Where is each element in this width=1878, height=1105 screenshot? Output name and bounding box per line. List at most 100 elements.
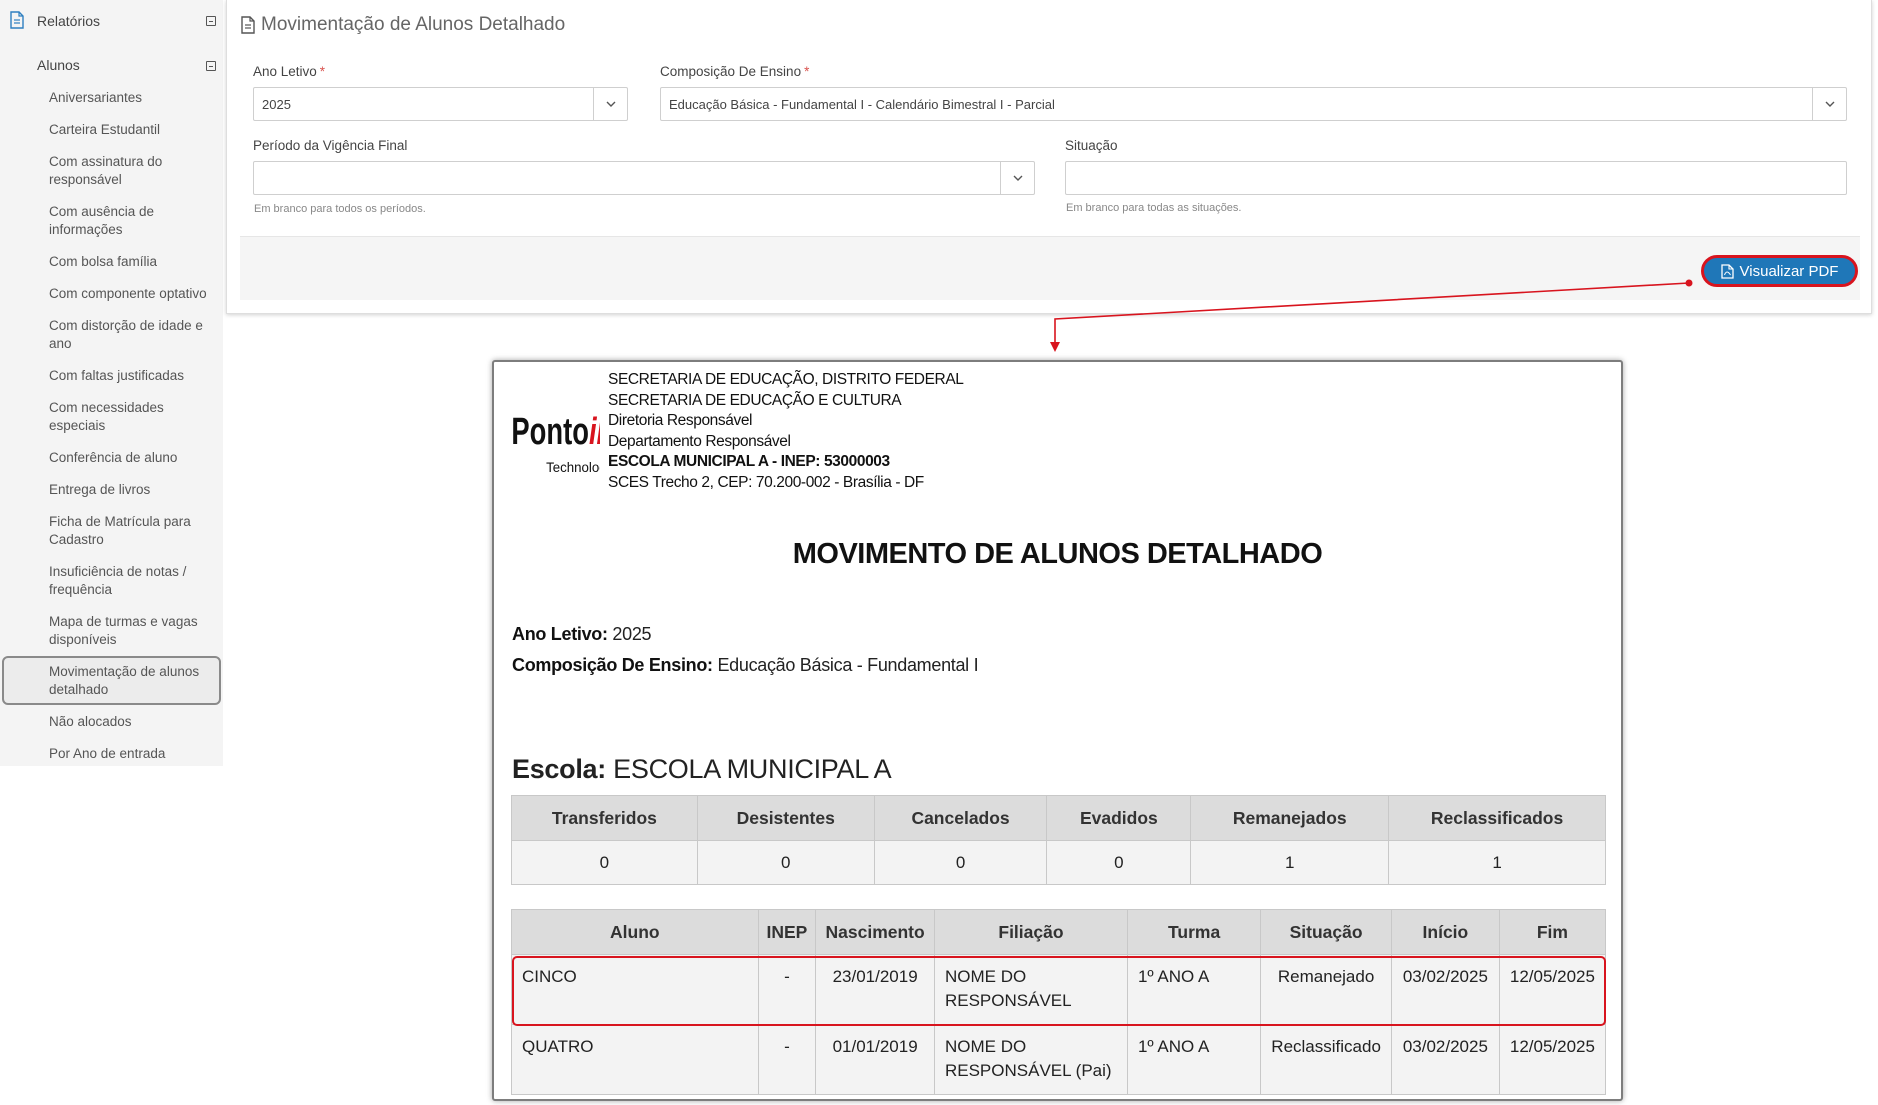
collapse-icon[interactable] [206, 16, 216, 26]
table-header: Desistentes [696, 795, 875, 841]
sidebar-item-ficha-matricula[interactable]: Ficha de Matrícula para Cadastro [49, 513, 217, 549]
sidebar-item-mapa-turmas[interactable]: Mapa de turmas e vagas disponíveis [49, 613, 217, 649]
table-header: Filiação [933, 909, 1128, 955]
table-header: Reclassificados [1388, 795, 1606, 841]
sidebar-item-movimentacao[interactable]: Movimentação de alunos detalhado [49, 663, 217, 699]
header-line: ESCOLA MUNICIPAL A - INEP: 53000003 [608, 453, 890, 470]
table-header: INEP [757, 909, 817, 955]
report-composicao: Composição De Ensino: Educação Básica - … [512, 655, 979, 675]
sidebar-section-label: Relatórios [37, 13, 101, 29]
sidebar-item-com-necessidades[interactable]: Com necessidades especiais [49, 399, 217, 435]
situacao-input[interactable] [1065, 161, 1847, 195]
table-row: 0 0 0 0 1 1 [511, 840, 1606, 885]
pdf-preview: PontoiD Technology SECRETARIA DE EDUCAÇÃ… [492, 360, 1623, 1101]
situacao-help-text: Em branco para todas as situações. [1066, 202, 1242, 214]
document-icon [10, 11, 24, 29]
table-cell: - [757, 954, 817, 1025]
table-cell: 12/05/2025 [1498, 954, 1607, 1025]
document-icon [241, 16, 255, 34]
table-row: QUATRO - 01/01/2019 NOME DO RESPONSÁVEL … [511, 1024, 1607, 1095]
table-cell: 01/01/2019 [815, 1024, 935, 1095]
table-header: Fim [1498, 909, 1607, 955]
table-cell: Reclassificado [1260, 1024, 1392, 1095]
table-header: Evadidos [1046, 795, 1192, 841]
visualizar-pdf-label: Visualizar PDF [1739, 262, 1839, 280]
sidebar-group-alunos[interactable]: Alunos [37, 57, 80, 73]
table-header: Aluno [511, 909, 759, 955]
counts-table: Transferidos Desistentes Cancelados Evad… [511, 795, 1606, 885]
table-cell: NOME DO RESPONSÁVEL (Pai) [933, 1024, 1128, 1095]
svg-text:PontoiD: PontoiD [511, 411, 600, 453]
sidebar-item-com-distorcao[interactable]: Com distorção de idade e ano [49, 317, 217, 353]
table-row: CINCO - 23/01/2019 NOME DO RESPONSÁVEL 1… [511, 954, 1607, 1025]
sidebar-item-com-bolsa-familia[interactable]: Com bolsa família [49, 253, 217, 271]
table-cell: CINCO [511, 954, 759, 1025]
sidebar-item-nao-alocados[interactable]: Não alocados [49, 713, 217, 731]
report-escola: Escola: ESCOLA MUNICIPAL A [512, 754, 892, 784]
table-cell: 0 [696, 840, 875, 885]
sidebar-item-carteira-estudantil[interactable]: Carteira Estudantil [49, 121, 217, 139]
table-cell: - [757, 1024, 817, 1095]
table-cell: Remanejado [1260, 954, 1392, 1025]
table-cell: QUATRO [511, 1024, 759, 1095]
chevron-down-icon[interactable] [1000, 162, 1034, 194]
table-header: Cancelados [873, 795, 1048, 841]
table-cell: 03/02/2025 [1390, 1024, 1500, 1095]
ano-letivo-select[interactable]: 2025 [253, 87, 628, 121]
table-header: Remanejados [1190, 795, 1390, 841]
table-cell: 0 [873, 840, 1048, 885]
ano-letivo-value: 2025 [262, 96, 291, 112]
table-cell: NOME DO RESPONSÁVEL [933, 954, 1128, 1025]
sidebar-item-insuficiencia[interactable]: Insuficiência de notas / frequência [49, 563, 217, 599]
table-cell: 0 [1046, 840, 1192, 885]
composicao-value: Educação Básica - Fundamental I - Calend… [669, 96, 1055, 112]
header-line: SCES Trecho 2, CEP: 70.200-002 - Brasíli… [608, 473, 924, 491]
table-cell: 1º ANO A [1126, 1024, 1262, 1095]
table-cell: 1º ANO A [1126, 954, 1262, 1025]
periodo-select[interactable] [253, 161, 1035, 195]
svg-text:Technology: Technology [546, 460, 600, 475]
filter-panel: Movimentação de Alunos Detalhado Ano Let… [226, 0, 1872, 314]
table-header: Situação [1260, 909, 1392, 955]
ano-letivo-label: Ano Letivo * [253, 64, 326, 79]
chevron-down-icon[interactable] [593, 88, 627, 120]
table-cell: 1 [1388, 840, 1606, 885]
pontoid-logo: PontoiD Technology [511, 411, 600, 475]
table-header: Início [1390, 909, 1500, 955]
table-cell: 12/05/2025 [1498, 1024, 1607, 1095]
sidebar-item-com-faltas[interactable]: Com faltas justificadas [49, 367, 217, 385]
header-line: Diretoria Responsável [608, 412, 753, 429]
report-ano-letivo: Ano Letivo: 2025 [512, 624, 652, 644]
situacao-label: Situação [1065, 138, 1118, 153]
sidebar-item-com-componente-optativo[interactable]: Com componente optativo [49, 285, 217, 303]
table-cell: 03/02/2025 [1390, 954, 1500, 1025]
sidebar-item-com-assinatura[interactable]: Com assinatura do responsável [49, 153, 217, 189]
header-line: Departamento Responsável [608, 432, 791, 450]
page-title: Movimentação de Alunos Detalhado [241, 14, 565, 36]
chevron-down-icon[interactable] [1812, 88, 1846, 120]
table-cell: 1 [1190, 840, 1390, 885]
table-header: Nascimento [815, 909, 935, 955]
sidebar: Relatórios Alunos Aniversariantes Cartei… [0, 0, 223, 766]
header-line: SECRETARIA DE EDUCAÇÃO E CULTURA [608, 391, 902, 409]
composicao-select[interactable]: Educação Básica - Fundamental I - Calend… [660, 87, 1847, 121]
table-header: Transferidos [511, 795, 698, 841]
periodo-help-text: Em branco para todos os períodos. [254, 203, 426, 215]
sidebar-section-relatorios[interactable]: Relatórios [0, 0, 223, 42]
sidebar-item-por-ano-entrada[interactable]: Por Ano de entrada [49, 745, 217, 763]
sidebar-item-conferencia[interactable]: Conferência de aluno [49, 449, 217, 467]
header-line: SECRETARIA DE EDUCAÇÃO, DISTRITO FEDERAL [608, 371, 964, 388]
collapse-icon[interactable] [206, 61, 216, 71]
students-table: Aluno INEP Nascimento Filiação Turma Sit… [511, 909, 1607, 1095]
sidebar-item-aniversariantes[interactable]: Aniversariantes [49, 89, 217, 107]
page-title-text: Movimentação de Alunos Detalhado [261, 14, 566, 35]
report-title: MOVIMENTO DE ALUNOS DETALHADO [792, 538, 1323, 570]
table-cell: 0 [511, 840, 698, 885]
pdf-file-icon [1720, 263, 1734, 279]
sidebar-item-entrega-livros[interactable]: Entrega de livros [49, 481, 217, 499]
visualizar-pdf-button[interactable]: Visualizar PDF [1701, 255, 1858, 287]
table-cell: 23/01/2019 [815, 954, 935, 1025]
table-header: Turma [1126, 909, 1262, 955]
composicao-label: Composição De Ensino * [660, 64, 810, 79]
sidebar-item-com-ausencia[interactable]: Com ausência de informações [49, 203, 217, 239]
